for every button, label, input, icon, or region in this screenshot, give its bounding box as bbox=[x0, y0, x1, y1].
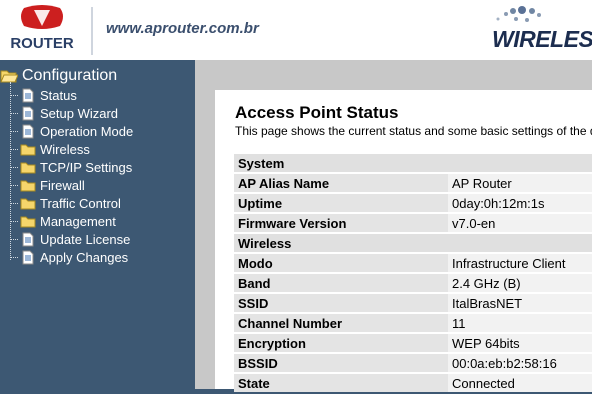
sidebar-item-label: Setup Wizard bbox=[40, 105, 119, 121]
page-icon bbox=[22, 250, 34, 264]
sidebar-item-traffic-control[interactable]: Traffic Control bbox=[10, 194, 121, 212]
section-header: Wireless bbox=[234, 234, 592, 252]
table-row: AP Alias Name AP Router bbox=[234, 174, 592, 192]
row-value: Connected bbox=[448, 374, 592, 392]
status-table: System AP Alias Name AP Router Uptime 0day… bbox=[234, 152, 592, 394]
sidebar-item-tcpip-settings[interactable]: TCP/IP Settings bbox=[10, 158, 132, 176]
sidebar-item-label: Operation Mode bbox=[40, 123, 134, 139]
folder-icon bbox=[20, 198, 36, 209]
row-key: SSID bbox=[234, 294, 448, 312]
page-description: This page shows the current status and s… bbox=[235, 124, 592, 138]
section-system: System bbox=[234, 154, 592, 172]
page-title: Access Point Status bbox=[235, 103, 399, 122]
row-key: Modo bbox=[234, 254, 448, 272]
row-key: State bbox=[234, 374, 448, 392]
folder-open-icon bbox=[0, 70, 18, 83]
folder-icon bbox=[20, 216, 36, 227]
row-key: BSSID bbox=[234, 354, 448, 372]
row-value: 2.4 GHz (B) bbox=[448, 274, 592, 292]
table-row: Modo Infrastructure Client bbox=[234, 254, 592, 272]
row-value: AP Router bbox=[448, 174, 592, 192]
sidebar-item-setup-wizard[interactable]: Setup Wizard bbox=[10, 104, 118, 122]
table-row: Encryption WEP 64bits bbox=[234, 334, 592, 352]
table-row: Uptime 0day:0h:12m:1s bbox=[234, 194, 592, 212]
row-value: 00:0a:eb:b2:58:16 bbox=[448, 354, 592, 372]
row-value: 0day:0h:12m:1s bbox=[448, 194, 592, 212]
row-key: AP Alias Name bbox=[234, 174, 448, 192]
sidebar-item-label: Apply Changes bbox=[40, 249, 129, 265]
row-key: Channel Number bbox=[234, 314, 448, 332]
svg-text:ROUTER: ROUTER bbox=[10, 35, 74, 52]
row-key: Band bbox=[234, 274, 448, 292]
folder-icon bbox=[20, 144, 36, 155]
sidebar-item-label: Management bbox=[40, 213, 116, 229]
row-key: Encryption bbox=[234, 334, 448, 352]
sidebar-item-management[interactable]: Management bbox=[10, 212, 116, 230]
section-header: System bbox=[234, 154, 592, 172]
table-row: BSSID 00:0a:eb:b2:58:16 bbox=[234, 354, 592, 372]
tree-root-label: Configuration bbox=[22, 67, 118, 84]
row-value: 11 bbox=[448, 314, 592, 332]
row-key: Firmware Version bbox=[234, 214, 448, 232]
sidebar-item-firewall[interactable]: Firewall bbox=[10, 176, 85, 194]
page-icon bbox=[22, 124, 34, 138]
sidebar-item-label: Traffic Control bbox=[40, 195, 121, 211]
header-bar: ROUTER www.aprouter.com.br WIRELESS bbox=[0, 0, 592, 60]
table-row: Band 2.4 GHz (B) bbox=[234, 274, 592, 292]
wireless-brand-text: WIRELESS bbox=[492, 26, 592, 52]
row-value: WEP 64bits bbox=[448, 334, 592, 352]
sidebar-item-label: Firewall bbox=[40, 177, 85, 193]
sidebar-item-apply-changes[interactable]: Apply Changes bbox=[10, 248, 128, 266]
sidebar-item-label: Wireless bbox=[40, 141, 90, 157]
sidebar-item-label: Update License bbox=[40, 231, 131, 247]
row-value: ItalBrasNET bbox=[448, 294, 592, 312]
sidebar-item-label: Status bbox=[40, 87, 77, 103]
tree-root-configuration[interactable]: Configuration bbox=[0, 66, 117, 86]
row-key: Uptime bbox=[234, 194, 448, 212]
sidebar-item-update-license[interactable]: Update License bbox=[10, 230, 130, 248]
sidebar-item-operation-mode[interactable]: Operation Mode bbox=[10, 122, 133, 140]
sidebar-item-label: TCP/IP Settings bbox=[40, 159, 133, 175]
header-divider bbox=[91, 7, 93, 55]
table-row: SSID ItalBrasNET bbox=[234, 294, 592, 312]
page-icon bbox=[22, 88, 34, 102]
sidebar-item-status[interactable]: Status bbox=[10, 86, 77, 104]
page-icon bbox=[22, 232, 34, 246]
row-value: Infrastructure Client bbox=[448, 254, 592, 272]
table-row: Firmware Version v7.0-en bbox=[234, 214, 592, 232]
site-url: www.aprouter.com.br bbox=[106, 20, 259, 37]
folder-icon bbox=[20, 180, 36, 191]
sidebar-item-wireless[interactable]: Wireless bbox=[10, 140, 90, 158]
section-wireless: Wireless bbox=[234, 234, 592, 252]
table-row: State Connected bbox=[234, 374, 592, 392]
router-logo: ROUTER bbox=[10, 5, 74, 52]
folder-icon bbox=[20, 162, 36, 173]
page-icon bbox=[22, 106, 34, 120]
row-value: v7.0-en bbox=[448, 214, 592, 232]
table-row: Channel Number 11 bbox=[234, 314, 592, 332]
